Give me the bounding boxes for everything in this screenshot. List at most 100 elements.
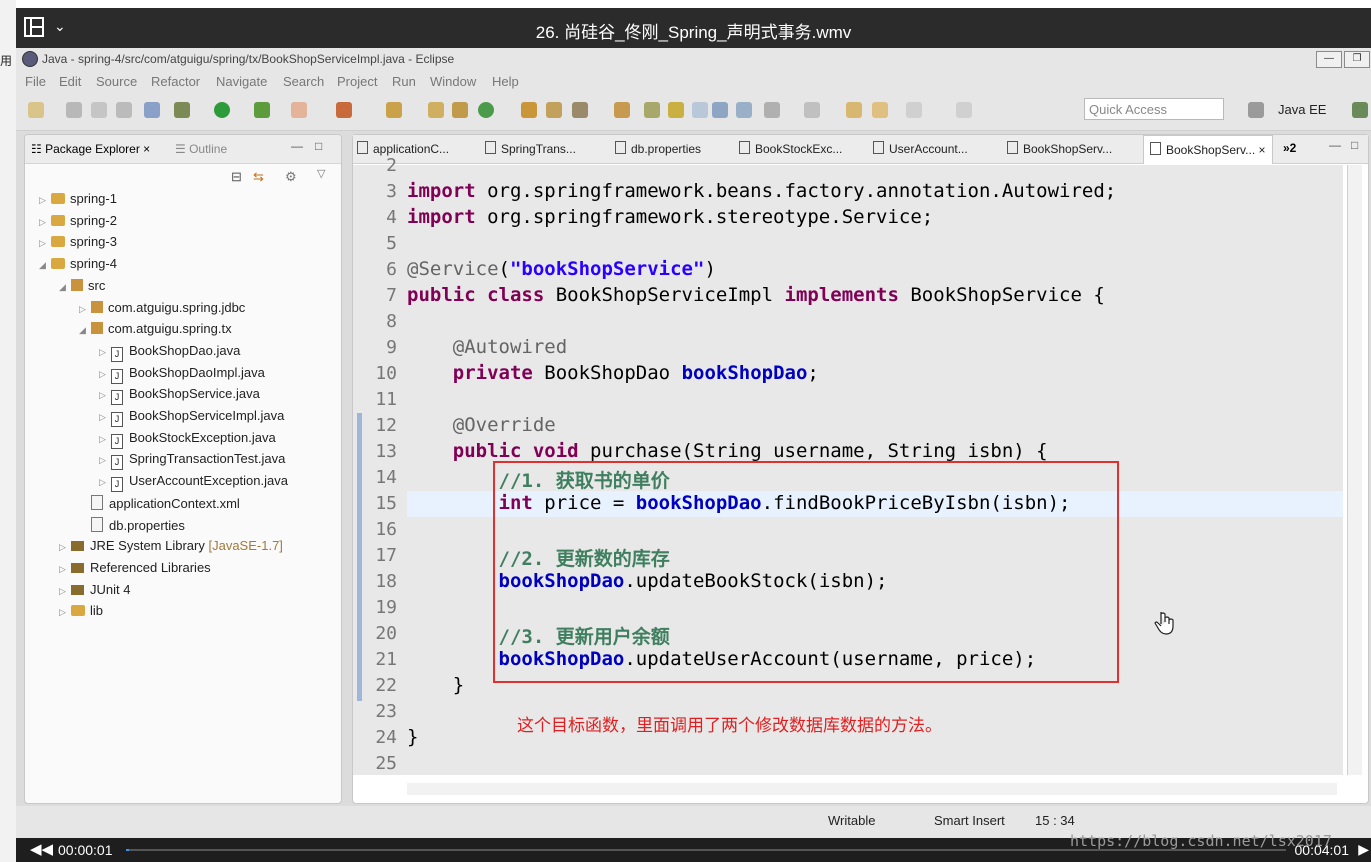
filter-icon[interactable]: ⚙ <box>285 169 297 185</box>
collapsed-arrow-icon[interactable]: ▷ <box>99 477 111 488</box>
forward-icon[interactable]: ▶ <box>1358 841 1369 858</box>
run-external-icon[interactable] <box>254 102 270 118</box>
package-explorer-tab[interactable]: ☷ Package Explorer × <box>31 142 150 156</box>
vertical-scrollbar[interactable] <box>1347 165 1362 775</box>
save-all-icon[interactable] <box>91 102 107 118</box>
tree-item[interactable]: ▷ J BookStockException.java <box>99 430 276 449</box>
collapsed-arrow-icon[interactable]: ▷ <box>99 347 111 358</box>
collapsed-arrow-icon[interactable]: ▷ <box>39 217 51 228</box>
menu-search[interactable]: Search <box>283 74 324 89</box>
open-type-icon[interactable] <box>428 102 444 118</box>
collapsed-arrow-icon[interactable]: ▷ <box>39 195 51 206</box>
quick-access-input[interactable]: Quick Access <box>1084 98 1224 120</box>
debug-perspective-icon[interactable] <box>1352 102 1368 118</box>
print-icon[interactable] <box>116 102 132 118</box>
tree-item[interactable]: ▷ J BookShopDao.java <box>99 343 240 362</box>
show-whitespace-icon[interactable] <box>692 102 708 118</box>
skip-breakpoints-icon[interactable] <box>144 102 160 118</box>
menu-window[interactable]: Window <box>430 74 476 89</box>
search-icon[interactable] <box>386 102 402 118</box>
open-perspective-icon[interactable] <box>614 102 630 118</box>
expanded-arrow-icon[interactable]: ◢ <box>39 260 51 271</box>
tree-item[interactable]: ▷ JUnit 4 <box>59 582 130 597</box>
tree-item[interactable]: ▷ J BookShopDaoImpl.java <box>99 365 265 384</box>
debug-icon[interactable] <box>174 102 190 118</box>
last-edit-icon[interactable] <box>846 102 862 118</box>
open-perspective-button[interactable] <box>1248 102 1264 118</box>
maximize-icon[interactable]: □ <box>315 139 322 153</box>
menu-source[interactable]: Source <box>96 74 137 89</box>
pin-icon[interactable] <box>956 102 972 118</box>
minimize-icon[interactable]: — <box>1329 138 1341 152</box>
tree-item[interactable]: ▷ Referenced Libraries <box>59 560 211 575</box>
collapsed-arrow-icon[interactable]: ▷ <box>99 434 111 445</box>
editor-tab[interactable]: db.properties <box>615 141 701 156</box>
collapsed-arrow-icon[interactable]: ▷ <box>99 412 111 423</box>
tree-item[interactable]: ▷ JRE System Library [JavaSE-1.7] <box>59 538 283 553</box>
tree-item[interactable]: ▷ spring-2 <box>39 213 117 228</box>
tree-item[interactable]: ▷ J SpringTransactionTest.java <box>99 451 285 471</box>
collapsed-arrow-icon[interactable]: ▷ <box>99 369 111 380</box>
new-icon[interactable] <box>28 102 44 118</box>
rewind-icon[interactable]: ◀◀ <box>30 840 53 858</box>
minimize-button[interactable]: — <box>1316 51 1342 68</box>
view-menu-icon[interactable]: ▽ <box>317 167 325 180</box>
new-folder-icon[interactable] <box>546 102 562 118</box>
menu-edit[interactable]: Edit <box>59 74 81 89</box>
server-icon[interactable] <box>291 102 307 118</box>
insert-mode-status[interactable]: Smart Insert <box>934 813 1005 828</box>
editor-tab[interactable]: BookShopServ... × <box>1143 135 1273 164</box>
menu-help[interactable]: Help <box>492 74 519 89</box>
new-server-icon[interactable] <box>336 102 352 118</box>
tree-item[interactable]: ◢ src <box>59 278 105 293</box>
collapsed-arrow-icon[interactable]: ▷ <box>59 542 71 553</box>
tree-item[interactable]: applicationContext.xml <box>79 494 240 511</box>
collapsed-arrow-icon[interactable]: ▷ <box>79 304 91 315</box>
editor-tab[interactable]: applicationC... <box>357 141 449 156</box>
menu-navigate[interactable]: Navigate <box>216 74 267 89</box>
editor-tab[interactable]: BookStockExc... <box>739 141 842 156</box>
restore-button[interactable]: ❐ <box>1344 51 1370 68</box>
minimize-icon[interactable]: — <box>291 139 303 153</box>
tree-item[interactable]: db.properties <box>79 516 185 533</box>
menu-refactor[interactable]: Refactor <box>151 74 200 89</box>
forward-icon[interactable] <box>906 102 922 118</box>
save-icon[interactable] <box>66 102 82 118</box>
block-select-icon[interactable] <box>712 102 728 118</box>
close-icon[interactable]: × <box>1255 143 1266 157</box>
new-class-icon[interactable] <box>478 102 494 118</box>
collapsed-arrow-icon[interactable]: ▷ <box>59 607 71 618</box>
menu-project[interactable]: Project <box>337 74 377 89</box>
expanded-arrow-icon[interactable]: ◢ <box>79 325 91 336</box>
link-editor-icon[interactable]: ⇆ <box>253 169 264 185</box>
editor-tab[interactable]: SpringTrans... <box>485 141 576 156</box>
menu-run[interactable]: Run <box>392 74 416 89</box>
collapsed-arrow-icon[interactable]: ▷ <box>99 390 111 401</box>
highlight-icon[interactable] <box>668 102 684 118</box>
expanded-arrow-icon[interactable]: ◢ <box>59 282 71 293</box>
tree-item[interactable]: ▷ lib <box>59 603 103 618</box>
tree-item[interactable]: ◢ com.atguigu.spring.tx <box>79 321 232 336</box>
outline-tab[interactable]: ☰ Outline <box>175 142 227 156</box>
open-task-icon[interactable] <box>452 102 468 118</box>
editor-tab[interactable]: UserAccount... <box>873 141 968 156</box>
collapsed-arrow-icon[interactable]: ▷ <box>59 564 71 575</box>
maximize-icon[interactable]: □ <box>1351 138 1358 152</box>
tree-item[interactable]: ▷ J BookShopService.java <box>99 386 260 406</box>
perspective-java-ee[interactable]: Java EE <box>1278 102 1326 117</box>
tree-item[interactable]: ◢ spring-4 <box>39 256 117 271</box>
tab-overflow[interactable]: »2 <box>1283 141 1296 155</box>
tree-item[interactable]: ▷ spring-1 <box>39 191 117 206</box>
collapsed-arrow-icon[interactable]: ▷ <box>59 586 71 597</box>
menu-file[interactable]: File <box>25 74 46 89</box>
run-icon[interactable] <box>214 102 230 118</box>
cursor-position[interactable]: 15 : 34 <box>1035 813 1075 828</box>
editor-tab[interactable]: BookShopServ... <box>1007 141 1112 156</box>
pen-icon[interactable] <box>572 102 588 118</box>
tree-item[interactable]: ▷ J BookShopServiceImpl.java <box>99 408 284 427</box>
next-annotation-icon[interactable] <box>764 102 780 118</box>
horizontal-scrollbar[interactable] <box>407 783 1337 795</box>
back-icon[interactable] <box>872 102 888 118</box>
toggle-mark-icon[interactable] <box>644 102 660 118</box>
tree-item[interactable]: ▷ spring-3 <box>39 234 117 249</box>
